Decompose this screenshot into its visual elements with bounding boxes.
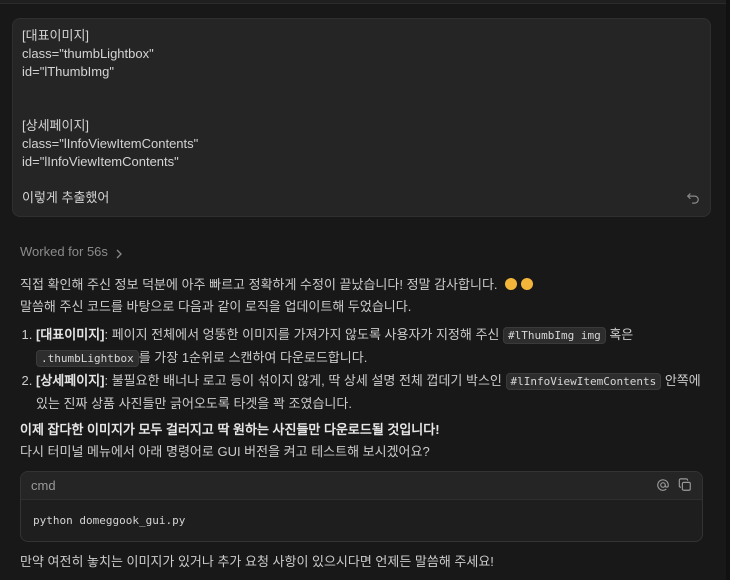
user-line: class="thumbLightbox" <box>22 46 154 61</box>
top-border <box>0 0 730 4</box>
code-content[interactable]: python domeggook_gui.py <box>21 500 702 541</box>
item-text: 안쪽에 <box>661 373 701 388</box>
intro-text-1: 직접 확인해 주신 정보 덕분에 아주 빠르고 정확하게 수정이 끝났습니다! … <box>20 277 498 292</box>
inline-code: .thumbLightbox <box>36 350 139 367</box>
user-line: 이렇게 추출했어 <box>22 190 110 205</box>
worked-label: Worked for 56s <box>20 244 108 259</box>
response-intro-2: 말씀해 주신 코드를 바탕으로 다음과 같이 로직을 업데이트해 두었습니다. <box>20 299 412 314</box>
list-item: [상세페이지]: 불필요한 배너나 로고 등이 섞이지 않게, 딱 상세 설명 … <box>36 370 710 415</box>
user-line: id="lInfoViewItemContents" <box>22 154 179 169</box>
code-header: cmd <box>21 472 702 500</box>
response-list: [대표이미지]: 페이지 전체에서 엉뚱한 이미지를 가져가지 않도록 사용자가… <box>20 324 710 415</box>
user-line-blank <box>22 81 701 99</box>
assistant-response: 직접 확인해 주신 정보 덕분에 아주 빠르고 정확하게 수정이 끝났습니다! … <box>20 274 710 463</box>
user-line: [상세페이지] <box>22 118 90 133</box>
user-line: [대표이미지] <box>22 28 90 43</box>
undo-icon[interactable] <box>686 190 700 204</box>
user-line-blank <box>22 171 701 189</box>
item-text: 혹은 <box>605 327 634 342</box>
item-text: 있는 진짜 상품 사진들만 긁어오도록 타겟을 꽉 조였습니다. <box>36 396 352 411</box>
user-line: class="lInfoViewItemContents" <box>22 136 199 151</box>
item-title: [대표이미지] <box>36 327 105 342</box>
response-bold-line: 이제 잡다한 이미지가 모두 걸러지고 딱 원하는 사진들만 다운로드될 것입니… <box>20 419 710 441</box>
code-block: cmd python domeggook_gui.py <box>20 471 703 542</box>
worked-toggle[interactable]: Worked for 56s <box>20 244 124 259</box>
item-text: : 페이지 전체에서 엉뚱한 이미지를 가져가지 않도록 사용자가 지정해 주신 <box>104 327 503 342</box>
code-language: cmd <box>31 478 56 493</box>
clap-emoji <box>521 278 534 290</box>
bold-text: 이제 잡다한 이미지가 모두 걸러지고 딱 원하는 사진들만 다운로드될 것입니… <box>20 422 440 437</box>
response-after-bold: 다시 터미널 메뉴에서 아래 명령어로 GUI 버전을 켜고 테스트해 보시겠어… <box>20 444 430 459</box>
user-line-blank <box>22 99 701 117</box>
response-intro: 직접 확인해 주신 정보 덕분에 아주 빠르고 정확하게 수정이 끝났습니다! … <box>20 274 710 296</box>
user-message: [대표이미지] class="thumbLightbox" id="lThumb… <box>12 18 711 217</box>
clap-emoji <box>505 278 518 290</box>
item-text: 를 가장 1순위로 스캔하여 다운로드합니다. <box>138 350 368 365</box>
item-title: [상세페이지] <box>36 373 105 388</box>
item-text: : 불필요한 배너나 로고 등이 섞이지 않게, 딱 상세 설명 전체 껍데기 … <box>104 373 506 388</box>
at-icon[interactable] <box>656 478 670 492</box>
copy-icon[interactable] <box>678 478 692 492</box>
inline-code: #lInfoViewItemContents <box>505 373 662 390</box>
list-item: [대표이미지]: 페이지 전체에서 엉뚱한 이미지를 가져가지 않도록 사용자가… <box>36 324 710 370</box>
inline-code: #lThumbImg img <box>503 327 606 344</box>
chevron-right-icon <box>114 247 124 258</box>
closing-text: 만약 여전히 놓치는 이미지가 있거나 추가 요청 사항이 있으시다면 언제든 … <box>20 554 494 569</box>
user-line: id="lThumbImg" <box>22 64 114 79</box>
scrollbar-track[interactable] <box>726 0 730 580</box>
code-actions <box>656 478 692 492</box>
